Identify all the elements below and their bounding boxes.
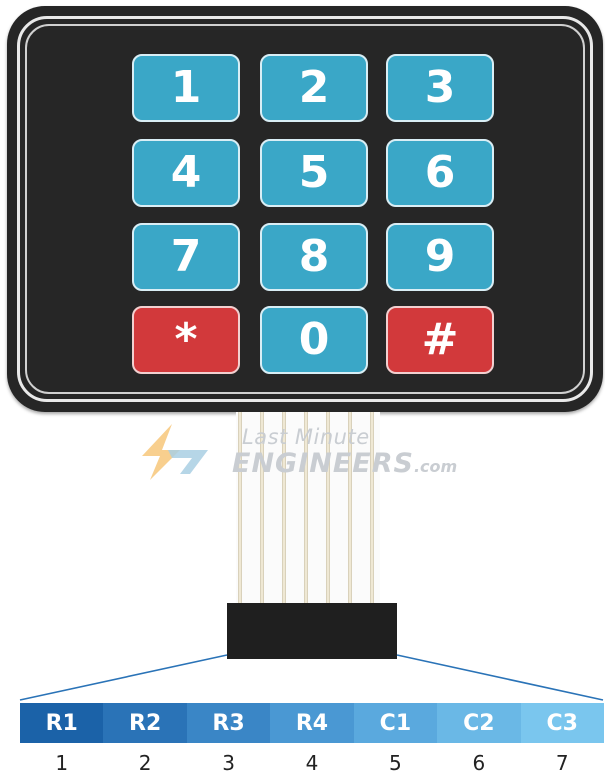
lead-line-left: [19, 654, 228, 701]
pin-number: 6: [472, 751, 486, 775]
pin-r1: R1: [20, 703, 104, 743]
pin-number-row: 1 2 3 4 5 6 7: [20, 751, 604, 777]
pin-label-strip: R1 R2 R3 R4 C1 C2 C3: [20, 703, 604, 743]
pin-number: 7: [555, 751, 569, 775]
pin-r4: R4: [270, 703, 354, 743]
keypad-pinout-diagram: 1 2 3 4 5 6 7 8 9 * 0 # Last Minute ENGI…: [0, 0, 605, 777]
pin-number: 3: [222, 751, 235, 775]
pin-r2: R2: [103, 703, 187, 743]
pin-number: 4: [305, 751, 319, 775]
pin-number: 2: [138, 751, 152, 775]
pin-number: 5: [389, 751, 402, 775]
lead-lines: [19, 654, 604, 701]
pin-r3: R3: [186, 703, 271, 743]
pin-c1: C1: [353, 703, 438, 743]
pin-c2: C2: [437, 703, 521, 743]
pin-c3: C3: [520, 703, 604, 743]
pin-number: 1: [55, 751, 69, 775]
lead-line-right: [396, 654, 604, 701]
